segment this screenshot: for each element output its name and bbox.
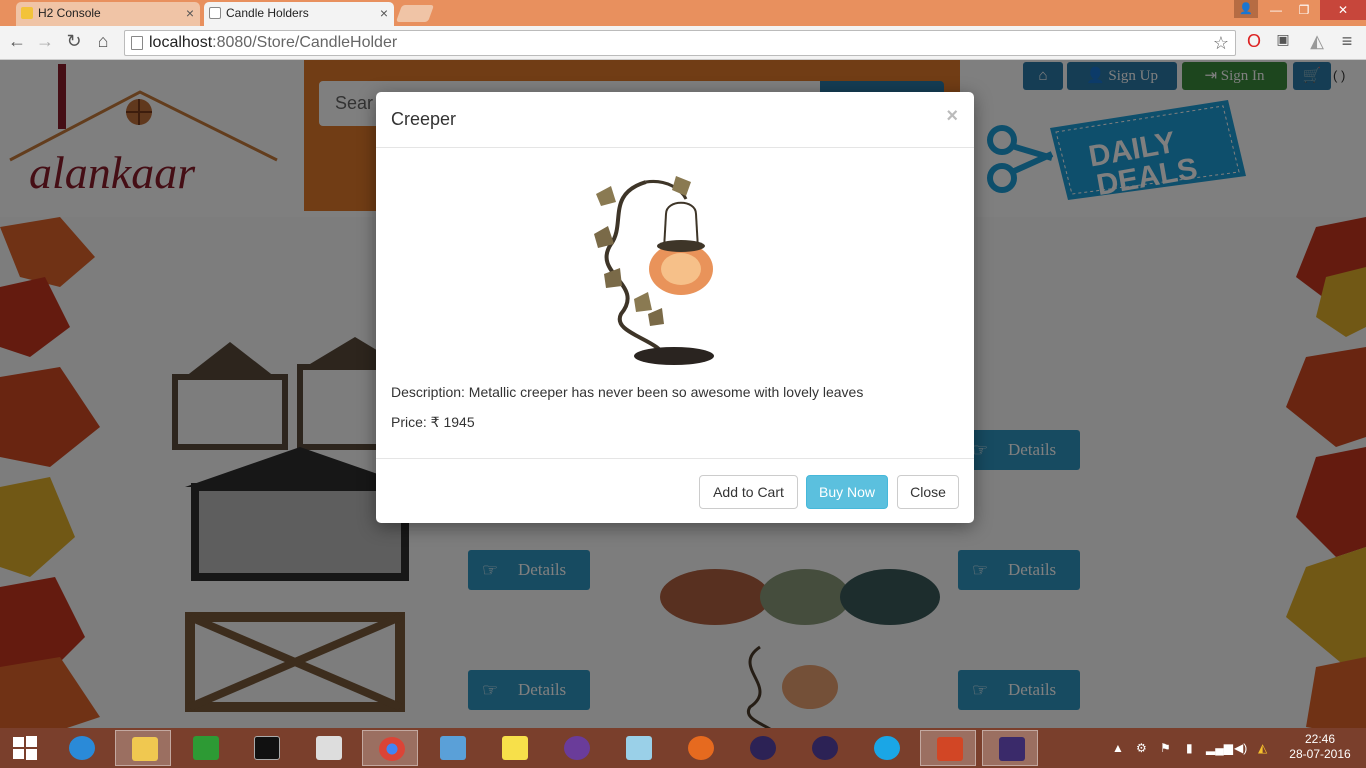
windows-taskbar: ▲ ⚙ ⚑ ▮ ▂▄▆ ◀) ◭ 22:46 28-07-2016 — [0, 728, 1366, 768]
new-tab-button[interactable] — [395, 5, 435, 22]
notepad-taskbar-button[interactable] — [610, 730, 666, 766]
restore-button[interactable]: ❐ — [1291, 0, 1317, 20]
tab-h2-console[interactable]: H2 Console × — [16, 2, 200, 26]
eclipse2-taskbar-button[interactable] — [796, 730, 852, 766]
internet-explorer-icon — [69, 736, 95, 760]
clock-date: 28-07-2016 — [1289, 747, 1351, 761]
firefox-taskbar-button[interactable] — [672, 730, 728, 766]
tab-title: Candle Holders — [226, 6, 309, 20]
action-center-flag-icon[interactable]: ⚑ — [1160, 728, 1171, 768]
battery-icon[interactable]: ▮ — [1186, 728, 1193, 768]
eclipse-icon — [812, 736, 838, 760]
url-path: :8080/Store/CandleHolder — [212, 34, 398, 51]
cmd-taskbar-button[interactable] — [238, 730, 294, 766]
folder-icon — [132, 737, 158, 761]
home-icon[interactable]: ⌂ — [92, 31, 114, 52]
chrome-taskbar-button[interactable] — [362, 730, 418, 766]
reload-icon[interactable]: ↻ — [63, 31, 85, 52]
tab-title: H2 Console — [38, 6, 101, 20]
clock-time: 22:46 — [1304, 732, 1336, 746]
forward-icon[interactable]: → — [34, 31, 56, 52]
close-button[interactable]: Close — [897, 475, 959, 509]
modal-header: Creeper × — [376, 92, 974, 148]
chrome-icon — [379, 737, 405, 761]
database-icon — [502, 736, 528, 760]
github-taskbar-button[interactable] — [548, 730, 604, 766]
buy-now-button[interactable]: Buy Now — [806, 475, 888, 509]
store-taskbar-button[interactable] — [177, 730, 233, 766]
eclipse-taskbar-button[interactable] — [734, 730, 790, 766]
signal-icon[interactable]: ▂▄▆ — [1206, 728, 1233, 768]
product-description: Description: Metallic creeper has never … — [391, 384, 864, 400]
menu-icon[interactable]: ≡ — [1336, 31, 1358, 52]
tab-candle-holders[interactable]: Candle Holders × — [204, 2, 394, 26]
minimize-button[interactable]: — — [1263, 0, 1289, 20]
powerpoint-icon — [937, 737, 963, 761]
page-content: alankaar Sear ⌂ 👤 Sign Up ⇥ Sign In 🛒 ( … — [0, 60, 1366, 728]
modal-footer: Add to Cart Buy Now Close — [376, 458, 974, 523]
command-prompt-icon — [254, 736, 280, 760]
extension-icon[interactable]: ▣ — [1272, 31, 1294, 48]
book-icon — [316, 736, 342, 760]
clock[interactable]: 22:46 28-07-2016 — [1280, 732, 1360, 762]
modal-title: Creeper — [391, 109, 457, 129]
opera-extension-icon[interactable]: O — [1243, 31, 1265, 52]
page-favicon-icon — [209, 7, 221, 19]
modal-body: Description: Metallic creeper has never … — [376, 148, 974, 458]
volume-icon[interactable]: ◀) — [1234, 728, 1247, 768]
explorer-taskbar-button[interactable] — [115, 730, 171, 766]
address-bar[interactable]: localhost:8080/Store/CandleHolder ☆ — [124, 30, 1236, 56]
skype-icon — [874, 736, 900, 760]
show-hidden-icons[interactable]: ▲ — [1112, 728, 1124, 768]
network-app-icon[interactable]: ⚙ — [1136, 728, 1147, 768]
notepad-icon — [626, 736, 652, 760]
url-host: localhost — [149, 34, 213, 51]
firefox-icon — [688, 736, 714, 760]
start-button[interactable] — [0, 730, 50, 766]
javaee-taskbar-button[interactable] — [982, 730, 1038, 766]
remote-desktop-icon — [440, 736, 466, 760]
product-modal: Creeper × Description: Metallic creeper … — [376, 92, 974, 523]
creeper-product-image — [594, 176, 714, 365]
modal-close-icon[interactable]: × — [946, 105, 958, 128]
page-icon — [131, 36, 143, 50]
remote-taskbar-button[interactable] — [424, 730, 480, 766]
reader-taskbar-button[interactable] — [300, 730, 356, 766]
store-icon — [193, 736, 219, 760]
skype-taskbar-button[interactable] — [858, 730, 914, 766]
db-taskbar-button[interactable] — [486, 730, 542, 766]
ie-taskbar-button[interactable] — [53, 730, 109, 766]
eclipse-icon — [750, 736, 776, 760]
windows-logo-icon — [13, 736, 37, 760]
close-tab-icon[interactable]: × — [186, 2, 194, 24]
product-price: Price: ₹ 1945 — [391, 414, 475, 430]
bookmark-star-icon[interactable]: ☆ — [1213, 31, 1229, 55]
back-icon[interactable]: ← — [6, 31, 28, 52]
add-to-cart-button[interactable]: Add to Cart — [699, 475, 798, 509]
google-drive-icon[interactable]: ◭ — [1258, 728, 1267, 768]
browser-toolbar: ← → ↻ ⌂ localhost:8080/Store/CandleHolde… — [0, 26, 1366, 60]
github-icon — [564, 736, 590, 760]
window-close-button[interactable]: ✕ — [1320, 0, 1366, 20]
powerpoint-taskbar-button[interactable] — [920, 730, 976, 766]
java-ee-ide-icon — [999, 737, 1025, 761]
browser-tab-strip: H2 Console × Candle Holders × 👤 — ❐ ✕ — [0, 0, 1366, 26]
close-tab-icon[interactable]: × — [380, 2, 388, 24]
h2-favicon-icon — [21, 7, 33, 19]
profile-icon[interactable]: 👤 — [1234, 0, 1258, 18]
drive-extension-icon[interactable]: ◭ — [1306, 31, 1328, 52]
